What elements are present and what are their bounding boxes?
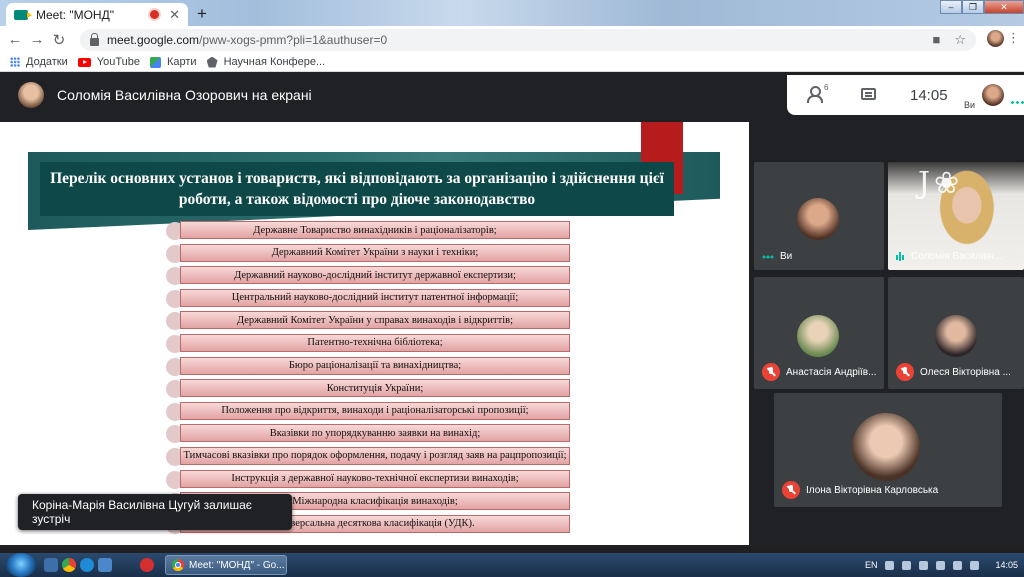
- windows-taskbar: Meet: "МОНД" - Go... EN 14:05: [0, 553, 1024, 577]
- browser-tab-meet[interactable]: Meet: "МОНД" ✕: [6, 3, 188, 26]
- self-label: Ви: [964, 100, 976, 110]
- wall-decoration: J❀: [918, 166, 964, 201]
- start-button[interactable]: [6, 553, 36, 577]
- slide-list-item: Державний Комітет України у справах вина…: [166, 310, 576, 333]
- forward-arrow-icon[interactable]: →: [26, 31, 48, 48]
- tab-close-icon[interactable]: ✕: [169, 7, 180, 23]
- minimize-button[interactable]: –: [940, 0, 962, 14]
- reload-icon[interactable]: ↻: [48, 31, 70, 49]
- presenter-title: Соломія Василівна Озорович на екрані: [57, 87, 312, 103]
- maximize-button[interactable]: ❐: [962, 0, 984, 14]
- bookmark-maps[interactable]: Карти: [149, 56, 197, 68]
- slide-list-item: Центральний науково-дослідний інститут п…: [166, 288, 576, 311]
- recording-indicator-icon: [150, 10, 160, 19]
- speaking-dots-icon: [762, 253, 774, 260]
- slide-list-item: Державний науково-дослідний інститут дер…: [166, 265, 576, 288]
- back-arrow-icon[interactable]: ←: [4, 31, 26, 48]
- apps-icon: [10, 57, 20, 67]
- people-icon[interactable]: [807, 86, 825, 103]
- leave-notification-toast: Коріна-Марія Василівна Цугуй залишає зус…: [18, 494, 292, 530]
- tray-icon[interactable]: [902, 560, 912, 570]
- opera-icon[interactable]: [140, 558, 154, 572]
- slide-list-item: Державне Товариство винахідників і раціо…: [166, 220, 576, 243]
- participants-count: 6: [824, 83, 829, 92]
- bluetooth-icon[interactable]: [919, 560, 929, 570]
- participant-avatar: [935, 315, 977, 357]
- participant-tile[interactable]: Олеся Вікторівна ...: [888, 277, 1024, 389]
- explorer-icon[interactable]: [44, 558, 58, 572]
- slide-list-item: Тимчасові вказівки про порядок оформленн…: [166, 446, 576, 469]
- youtube-icon: [77, 57, 91, 67]
- participant-avatar: [797, 198, 839, 240]
- lock-icon: [90, 32, 99, 46]
- participant-avatar: [797, 315, 839, 357]
- participant-name: Анастасія Андріїв...: [786, 366, 877, 378]
- new-tab-button[interactable]: +: [193, 5, 211, 23]
- tab-title: Meet: "МОНД": [36, 7, 114, 22]
- slide-list-item: Патентно-технічна бібліотека;: [166, 333, 576, 356]
- slide-list-item: Інструкція з державної науково-технічної…: [166, 469, 576, 492]
- participant-tile-self[interactable]: Ви: [754, 162, 884, 270]
- browser-menu-icon[interactable]: ⋮: [1007, 31, 1020, 44]
- url-text: meet.google.com/pww-xogs-pmm?pli=1&authu…: [107, 33, 388, 47]
- browser-tab-strip: Meet: "МОНД" ✕ + – ❐ ✕: [0, 0, 1024, 26]
- participant-grid: Ви J❀ Соломія Василівн... Анастасія Андр…: [754, 117, 1024, 547]
- ie-icon[interactable]: [80, 558, 94, 572]
- volume-icon[interactable]: [970, 560, 980, 570]
- participant-name: Ви: [780, 251, 793, 262]
- mic-off-icon: [896, 363, 914, 381]
- bookmark-star-icon[interactable]: ☆: [954, 32, 966, 48]
- browser-toolbar: ← → ↻ meet.google.com/pww-xogs-pmm?pli=1…: [0, 26, 1024, 53]
- language-indicator[interactable]: EN: [865, 560, 878, 570]
- slide-title: Перелік основних установ і товариств, як…: [50, 170, 664, 208]
- slide-list-item: Положення про відкриття, винаходи і раці…: [166, 401, 576, 424]
- bookmark-apps[interactable]: Додатки: [10, 56, 68, 68]
- meet-favicon-icon: [14, 9, 32, 20]
- speaking-bars-icon: [896, 252, 905, 261]
- slide-list-item: Вказівки по упорядкуванню заявки на вина…: [166, 423, 576, 446]
- slide-list-item: Конституція України;: [166, 378, 576, 401]
- presenter-avatar: [18, 82, 44, 108]
- conference-icon: [206, 56, 218, 68]
- slide-title-box: Перелік основних установ і товариств, як…: [40, 162, 674, 216]
- slide-list: Державне Товариство винахідників і раціо…: [166, 220, 576, 536]
- participant-tile[interactable]: Анастасія Андріїв...: [754, 277, 884, 389]
- browser-profile-avatar[interactable]: [987, 30, 1004, 47]
- network-icon[interactable]: [953, 560, 963, 570]
- omnibox-actions: ■ ☆: [932, 32, 966, 48]
- close-window-button[interactable]: ✕: [984, 0, 1024, 14]
- self-speaking-icon: [1010, 101, 1024, 104]
- bookmarks-bar: Додатки YouTube Карти Научная Конфере...: [0, 53, 1024, 72]
- bookmark-youtube[interactable]: YouTube: [77, 56, 140, 68]
- meeting-clock: 14:05: [910, 87, 948, 104]
- maps-icon: [149, 56, 161, 68]
- presentation-slide: Перелік основних установ і товариств, як…: [0, 122, 749, 545]
- bookmark-conference[interactable]: Научная Конфере...: [206, 56, 325, 68]
- chrome-icon: [172, 559, 184, 571]
- mic-off-icon: [782, 481, 800, 499]
- self-avatar[interactable]: [982, 84, 1004, 106]
- chat-icon[interactable]: [861, 88, 876, 100]
- taskbar-clock: 14:05: [995, 560, 1018, 570]
- address-bar[interactable]: meet.google.com/pww-xogs-pmm?pli=1&authu…: [80, 29, 976, 51]
- tray-icon[interactable]: [885, 560, 895, 570]
- desktop-icon[interactable]: [98, 558, 112, 572]
- participant-tile-video[interactable]: J❀ Соломія Василівн...: [888, 162, 1024, 270]
- window-controls: – ❐ ✕: [940, 0, 1024, 14]
- camera-permission-icon[interactable]: ■: [932, 32, 940, 48]
- participant-name: Олеся Вікторівна ...: [920, 366, 1011, 378]
- chrome-icon[interactable]: [62, 558, 76, 572]
- mic-off-icon: [762, 363, 780, 381]
- taskbar-chrome-task[interactable]: Meet: "МОНД" - Go...: [165, 555, 287, 575]
- participant-name: Ілона Вікторівна Карловська: [806, 484, 939, 496]
- participant-tile[interactable]: Ілона Вікторівна Карловська: [774, 393, 1002, 507]
- slide-list-item: Державний Комітет України з науки і техн…: [166, 243, 576, 266]
- tray-icon[interactable]: [936, 560, 946, 570]
- system-tray: EN 14:05: [865, 553, 1018, 577]
- participant-name: Соломія Василівн...: [911, 251, 1003, 262]
- slide-list-item: Бюро раціоналізації та винахідництва;: [166, 356, 576, 379]
- meet-top-bar: Соломія Василівна Озорович на екрані 6 1…: [0, 73, 1024, 117]
- participant-avatar: [852, 413, 920, 481]
- meet-controls-panel: 6 14:05 Ви: [787, 75, 1024, 115]
